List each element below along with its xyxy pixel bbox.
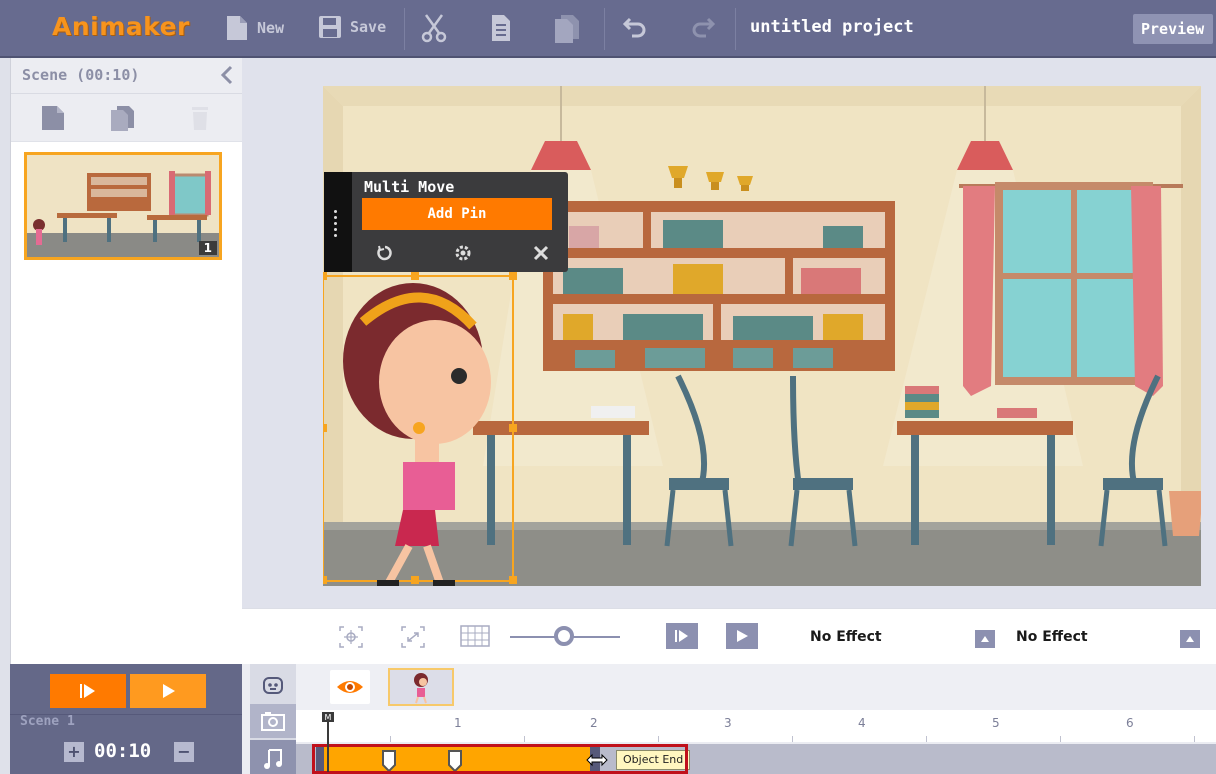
new-button[interactable]: New <box>225 15 284 41</box>
visibility-toggle[interactable] <box>330 670 370 704</box>
tick-label: 4 <box>858 716 866 730</box>
stage-area: Multi Move Add Pin <box>242 58 1216 608</box>
tick <box>1194 736 1195 742</box>
play-button[interactable] <box>726 623 758 649</box>
playhead-marker[interactable]: M <box>320 712 336 772</box>
scene-number-badge: 1 <box>198 241 217 255</box>
new-button-label: New <box>257 19 285 37</box>
project-title[interactable]: untitled project <box>750 17 914 37</box>
tick-label: 1 <box>454 716 462 730</box>
toolbar-divider <box>604 8 605 50</box>
fit-screen-icon[interactable] <box>400 625 426 649</box>
paste-icon[interactable] <box>553 13 581 43</box>
scene-duration[interactable]: 00:10 <box>94 740 151 762</box>
character-tab[interactable] <box>250 668 296 702</box>
camera-icon <box>261 712 285 731</box>
toolbar-divider <box>735 8 736 50</box>
tick-label: 5 <box>992 716 1000 730</box>
decrease-duration-button[interactable]: − <box>174 742 194 762</box>
eye-icon <box>337 681 363 693</box>
undo-icon[interactable] <box>622 13 650 43</box>
copy-icon[interactable] <box>488 13 516 43</box>
pin-marker-icon[interactable] <box>382 750 396 772</box>
close-icon[interactable] <box>532 244 550 262</box>
tick <box>390 736 391 742</box>
timeline: 1 2 3 4 5 6 Object End M <box>242 664 1216 774</box>
timeline-ruler[interactable]: 1 2 3 4 5 6 <box>296 710 1216 742</box>
duplicate-scene-icon[interactable] <box>109 104 135 132</box>
exit-effect-toggle[interactable] <box>1180 630 1200 648</box>
robot-face-icon <box>263 677 283 694</box>
scene-tools <box>11 94 242 142</box>
tick <box>1060 736 1061 742</box>
add-scene-icon[interactable] <box>40 104 66 132</box>
library-background-illustration <box>323 86 1201 586</box>
top-toolbar: Animaker New Save untitled project Previ… <box>0 0 1216 58</box>
tick <box>926 736 927 742</box>
music-note-icon <box>264 749 282 769</box>
timeline-layer-thumbs <box>296 664 1216 710</box>
timeline-track: Object End <box>296 744 1216 774</box>
cut-scissors-icon[interactable] <box>420 13 448 43</box>
timeline-sidebar <box>250 664 296 774</box>
scene-panel: Scene (00:10) 1 <box>10 58 242 664</box>
tick-label: 2 <box>590 716 598 730</box>
add-pin-button[interactable]: Add Pin <box>362 198 552 230</box>
scene-label: Scene 1 <box>20 714 75 729</box>
caret-up-icon <box>981 636 989 642</box>
character-thumbnail <box>414 673 428 704</box>
save-button[interactable]: Save <box>318 15 386 39</box>
app-logo: Animaker <box>52 12 190 41</box>
tick-label: 3 <box>724 716 732 730</box>
enter-effect-toggle[interactable] <box>975 630 995 648</box>
scene-canvas[interactable] <box>323 86 1201 586</box>
increase-duration-button[interactable]: + <box>64 742 84 762</box>
toolbar-divider <box>404 8 405 50</box>
tick <box>658 736 659 742</box>
save-button-label: Save <box>350 18 387 36</box>
grid-icon[interactable] <box>460 625 490 647</box>
tick <box>792 736 793 742</box>
resize-cursor-icon <box>586 753 608 767</box>
object-duration-bar[interactable] <box>316 746 608 774</box>
scene-thumbnail[interactable]: 1 <box>24 152 222 260</box>
play-scene-from-button[interactable] <box>50 674 126 708</box>
enter-effect-label[interactable]: No Effect <box>810 629 882 645</box>
preview-button[interactable]: Preview <box>1133 14 1213 44</box>
multi-move-panel[interactable]: Multi Move Add Pin <box>324 172 568 272</box>
play-from-icon <box>80 684 95 698</box>
delete-scene-icon[interactable] <box>187 104 213 132</box>
scene-controls: Scene 1 + 00:10 − <box>10 664 242 774</box>
new-file-icon <box>227 16 247 40</box>
exit-effect-label[interactable]: No Effect <box>1016 629 1088 645</box>
center-target-icon[interactable] <box>338 625 364 649</box>
reset-icon[interactable] <box>376 244 394 262</box>
tick <box>524 736 525 742</box>
tick-label: 6 <box>1126 716 1134 730</box>
play-icon <box>737 630 748 642</box>
play-scene-button[interactable] <box>130 674 206 708</box>
multi-move-title: Multi Move <box>364 178 455 196</box>
chevron-left-icon[interactable] <box>218 64 236 86</box>
drag-handle[interactable] <box>324 172 352 272</box>
scene-panel-title: Scene (00:10) <box>22 66 140 84</box>
play-icon <box>163 684 175 698</box>
zoom-slider-thumb[interactable] <box>554 626 574 646</box>
caret-up-icon <box>1186 636 1194 642</box>
redo-icon[interactable] <box>688 13 716 43</box>
scene-panel-header: Scene (00:10) <box>11 58 242 94</box>
character-layer-thumb[interactable] <box>388 668 454 706</box>
scene-thumbnail-image <box>27 155 219 257</box>
object-end-tooltip: Object End <box>616 750 691 770</box>
camera-tab[interactable] <box>250 704 296 738</box>
pin-marker-icon[interactable] <box>448 750 462 772</box>
play-from-here-button[interactable] <box>666 623 698 649</box>
playhead-label: M <box>325 713 332 722</box>
music-tab[interactable] <box>250 740 296 774</box>
play-from-icon <box>675 630 688 642</box>
stage-toolbar: No Effect No Effect <box>242 608 1216 664</box>
settings-gear-icon[interactable] <box>454 244 472 262</box>
save-disk-icon <box>319 16 341 38</box>
